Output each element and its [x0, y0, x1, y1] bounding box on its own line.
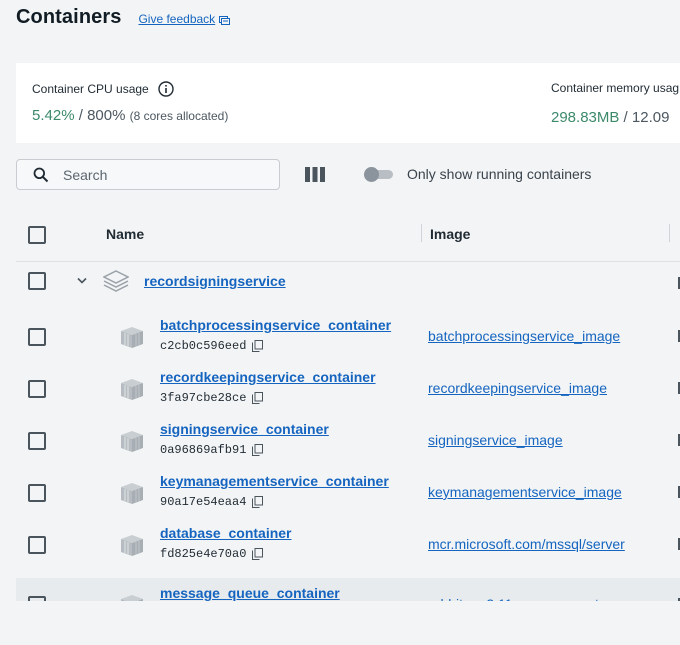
memory-used: 298.83MB [551, 109, 620, 126]
row-checkbox[interactable] [28, 596, 46, 601]
container-id: c2cb0c596eed [160, 339, 264, 353]
copy-icon[interactable] [252, 340, 264, 352]
info-icon[interactable] [158, 81, 174, 97]
image-link[interactable]: mcr.microsoft.com/mssql/server [428, 536, 625, 552]
cpu-used: 5.42% [32, 107, 75, 124]
row-checkbox[interactable] [28, 380, 46, 398]
group-checkbox[interactable] [28, 272, 46, 290]
search-icon [33, 167, 49, 182]
cpu-usage-label: Container CPU usage [32, 82, 149, 96]
container-name-link[interactable]: batchprocessingservice_container [160, 317, 391, 333]
give-feedback-link[interactable]: Give feedback [138, 12, 231, 26]
usage-stats-panel: Container CPU usage 5.42% / 800% (8 core… [16, 63, 680, 143]
page-header: Containers Give feedback [16, 6, 231, 32]
container-name-link[interactable]: message_queue_container [160, 585, 340, 601]
container-icon [120, 534, 144, 557]
give-feedback-label: Give feedback [138, 12, 216, 26]
container-id: fd825e4e70a0 [160, 547, 264, 561]
table-row[interactable]: batchprocessingservice_container c2cb0c59… [16, 314, 680, 366]
copy-icon[interactable] [252, 496, 264, 508]
container-icon [120, 430, 144, 453]
container-id-text: 0a96869afb91 [160, 443, 247, 457]
column-header-name[interactable]: Name [106, 226, 144, 242]
cpu-usage-value: 5.42% / 800% (8 cores allocated) [32, 107, 228, 124]
memory-usage-label: Container memory usag [551, 81, 680, 95]
image-link[interactable]: recordkeepingservice_image [428, 380, 607, 396]
search-input[interactable] [63, 166, 253, 183]
container-id: 0a96869afb91 [160, 443, 264, 457]
memory-usage-stat: Container memory usag 298.83MB / 12.09 [551, 63, 679, 126]
table-header: Name Image [16, 211, 680, 262]
table-row[interactable]: message_queue_container rabbitmq:3.11-man… [16, 578, 680, 601]
container-id: 90a17e54eaa4 [160, 495, 264, 509]
toolbar: Only show running containers [16, 159, 680, 190]
image-link[interactable]: batchprocessingservice_image [428, 328, 620, 344]
image-link[interactable]: keymanagementservice_image [428, 484, 622, 500]
container-name-link[interactable]: recordkeepingservice_container [160, 369, 376, 385]
container-id-text: fd825e4e70a0 [160, 547, 247, 561]
container-name-link[interactable]: signingservice_container [160, 421, 329, 437]
table-row[interactable]: recordkeepingservice_container 3fa97cbe28… [16, 366, 680, 418]
column-header-image[interactable]: Image [430, 226, 470, 242]
page-title: Containers [16, 6, 122, 28]
column-divider[interactable] [421, 224, 422, 242]
image-link[interactable]: rabbitmq:3.11-management [428, 596, 599, 601]
running-only-label: Only show running containers [407, 166, 592, 182]
container-icon [120, 378, 144, 401]
table-row[interactable]: database_container fd825e4e70a0 mcr.micros… [16, 522, 680, 574]
columns-icon[interactable] [305, 167, 325, 182]
cpu-total: 800% [87, 107, 126, 124]
search-box[interactable] [16, 159, 280, 190]
table-row[interactable]: keymanagementservice_container 90a17e54ea… [16, 470, 680, 522]
container-name-link[interactable]: keymanagementservice_container [160, 473, 389, 489]
group-row[interactable]: recordsigningservice [16, 262, 680, 314]
container-id-text: 90a17e54eaa4 [160, 495, 247, 509]
cpu-separator: / [74, 107, 88, 124]
memory-separator: / [619, 109, 632, 126]
container-name-link[interactable]: database_container [160, 525, 292, 541]
memory-usage-value: 298.83MB / 12.09 [551, 109, 679, 126]
select-all-checkbox[interactable] [28, 226, 46, 244]
copy-icon[interactable] [252, 392, 264, 404]
row-checkbox[interactable] [28, 328, 46, 346]
column-divider[interactable] [669, 224, 670, 242]
table-row[interactable]: signingservice_container 0a96869afb91 sign… [16, 418, 680, 470]
image-link[interactable]: signingservice_image [428, 432, 563, 448]
toggle-knob [364, 167, 379, 182]
feedback-icon [219, 15, 231, 25]
running-only-toggle[interactable] [364, 167, 393, 182]
container-id-text: c2cb0c596eed [160, 339, 247, 353]
copy-icon[interactable] [252, 444, 264, 456]
cpu-cores-note: (8 cores allocated) [129, 109, 229, 123]
row-checkbox[interactable] [28, 536, 46, 554]
container-id: 3fa97cbe28ce [160, 391, 264, 405]
containers-table: Name Image recordsigningservice batchpro… [16, 211, 680, 601]
container-id-text: 3fa97cbe28ce [160, 391, 247, 405]
container-icon [120, 594, 144, 601]
group-name-link[interactable]: recordsigningservice [144, 273, 286, 289]
container-icon [120, 482, 144, 505]
row-checkbox[interactable] [28, 484, 46, 502]
chevron-down-icon[interactable] [76, 277, 88, 285]
row-checkbox[interactable] [28, 432, 46, 450]
copy-icon[interactable] [252, 548, 264, 560]
cpu-usage-stat: Container CPU usage 5.42% / 800% (8 core… [32, 63, 228, 124]
container-icon [120, 326, 144, 349]
memory-total: 12.09 [631, 109, 670, 126]
compose-stack-icon [103, 270, 129, 292]
